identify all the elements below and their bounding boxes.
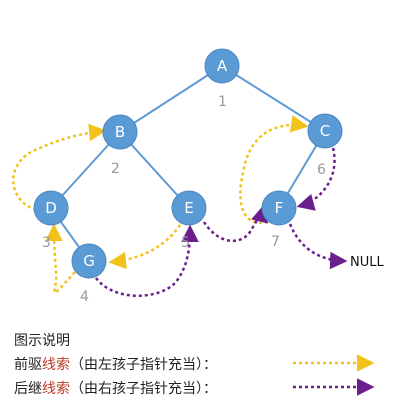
legend-successor: 后继线索（由右孩子指针充当）： — [14, 378, 217, 398]
legend-successor-thread-word: 线索 — [42, 381, 70, 397]
seq-number-d: 3 — [42, 235, 51, 251]
node-a: A — [204, 48, 240, 84]
seq-number-f: 7 — [271, 234, 280, 250]
legend-predecessor-suffix: （由左孩子指针充当）： — [70, 357, 217, 373]
node-b: B — [102, 114, 138, 150]
legend-predecessor: 前驱线索（由左孩子指针充当）： — [14, 354, 217, 374]
legend-title: 图示说明 — [14, 333, 70, 349]
node-e: E — [171, 190, 207, 226]
edge-a-c — [221, 65, 326, 132]
legend-successor-suffix: （由右孩子指针充当）： — [70, 381, 217, 397]
thread-e-to-g — [108, 224, 182, 270]
legend-predecessor-thread-word: 线索 — [42, 357, 70, 373]
legend-predecessor-prefix: 前驱 — [14, 357, 42, 373]
thread-e-to-f — [202, 204, 269, 243]
seq-number-a: 1 — [218, 94, 227, 110]
successor-threads — [95, 147, 348, 297]
threaded-binary-tree-diagram: A B C D E F G 1 2 6 3 5 7 4 NULL — [12, 48, 384, 396]
thread-g-to-e — [95, 224, 199, 297]
legend-successor-prefix: 后继 — [14, 381, 42, 397]
node-g-label: G — [83, 252, 95, 270]
seq-number-e: 5 — [181, 235, 190, 251]
edge-a-b — [119, 65, 223, 133]
node-g: G — [71, 243, 107, 279]
seq-number-c: 6 — [317, 162, 326, 178]
null-label: NULL — [350, 255, 384, 270]
node-f: F — [261, 190, 297, 226]
node-f-label: F — [275, 199, 284, 217]
node-c-label: C — [320, 122, 330, 140]
node-c: C — [307, 113, 343, 149]
node-b-label: B — [115, 123, 125, 141]
seq-number-g: 4 — [80, 289, 89, 305]
node-d-label: D — [45, 199, 57, 217]
node-a-label: A — [217, 57, 228, 75]
node-d: D — [33, 190, 69, 226]
tree-edges — [50, 65, 326, 262]
node-e-label: E — [184, 199, 193, 217]
seq-number-b: 2 — [111, 161, 120, 177]
thread-f-to-null — [288, 223, 348, 270]
